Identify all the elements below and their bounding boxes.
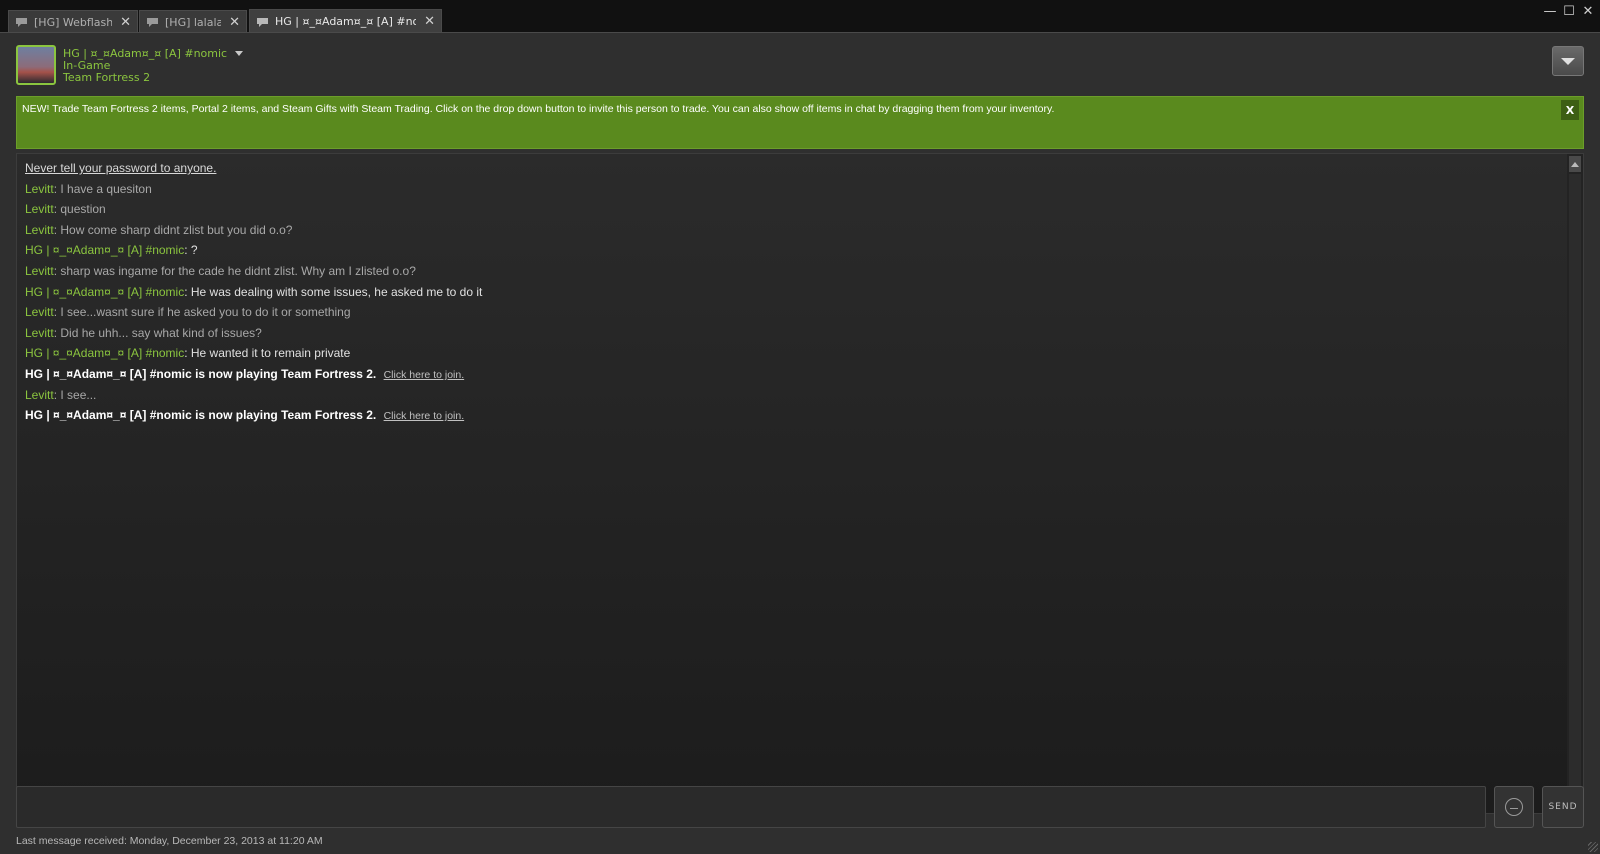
chat-message: Levitt: sharp was ingame for the cade he… xyxy=(25,263,416,278)
message-text: He wanted it to remain private xyxy=(190,346,351,361)
chat-log: Never tell your password to anyone. Levi… xyxy=(16,153,1584,814)
chat-scrollbar[interactable] xyxy=(1567,154,1583,813)
resize-grip-icon[interactable] xyxy=(1588,842,1598,852)
close-tab-icon[interactable]: ✕ xyxy=(120,15,131,30)
message-text: How come sharp didnt zlist but you did o… xyxy=(60,222,293,237)
chat-message: HG | ¤_¤Adam¤_¤ [A] #nomic: ? xyxy=(25,243,198,258)
scroll-thumb[interactable] xyxy=(1569,174,1581,794)
message-sender: Levitt xyxy=(25,222,54,237)
chat-message: Levitt: How come sharp didnt zlist but y… xyxy=(25,222,293,237)
chat-bubble-icon xyxy=(15,17,28,27)
close-tab-icon[interactable]: ✕ xyxy=(229,15,240,30)
message-sender: Levitt xyxy=(25,263,54,278)
system-message: HG | ¤_¤Adam¤_¤ [A] #nomic is now playin… xyxy=(25,366,465,381)
tab-label: [HG] lalalalala xyxy=(165,15,222,29)
message-sender: Levitt xyxy=(25,202,54,217)
chat-message: Levitt: I see... xyxy=(25,387,97,402)
chat-message: Levitt: I see...wasnt sure if he asked y… xyxy=(25,305,351,320)
password-warning: Never tell your password to anyone. xyxy=(25,161,217,175)
message-text: ? xyxy=(190,243,198,258)
chat-bubble-icon xyxy=(256,17,269,27)
join-game-link[interactable]: Click here to join. xyxy=(384,369,465,381)
tab-lalalalala[interactable]: [HG] lalalalala ✕ xyxy=(139,10,247,33)
friend-header: HG | ¤_¤Adam¤_¤ [A] #nomic In-Game Team … xyxy=(0,33,1600,91)
tab-webflashing[interactable]: [HG] Webflashing ✕ xyxy=(8,10,138,33)
chat-panel: HG | ¤_¤Adam¤_¤ [A] #nomic In-Game Team … xyxy=(0,32,1600,854)
message-text: He was dealing with some issues, he aske… xyxy=(190,284,483,299)
close-window-icon[interactable]: ✕ xyxy=(1580,4,1596,19)
message-sender: HG | ¤_¤Adam¤_¤ [A] #nomic xyxy=(25,243,185,258)
message-sender: HG | ¤_¤Adam¤_¤ [A] #nomic xyxy=(25,346,185,361)
chevron-down-icon xyxy=(1561,57,1575,65)
message-sender: Levitt xyxy=(25,181,54,196)
chat-window: [HG] Webflashing ✕ [HG] lalalalala ✕ HG … xyxy=(0,0,1600,854)
maximize-icon[interactable]: ☐ xyxy=(1561,4,1577,19)
tab-strip: [HG] Webflashing ✕ [HG] lalalalala ✕ HG … xyxy=(0,0,1600,33)
chat-bubble-icon xyxy=(146,17,159,27)
chevron-down-icon[interactable] xyxy=(235,51,244,56)
send-button[interactable]: SEND xyxy=(1542,786,1584,828)
options-dropdown-button[interactable] xyxy=(1552,46,1584,76)
smiley-icon xyxy=(1505,798,1523,816)
close-notice-button[interactable]: X xyxy=(1561,100,1579,120)
message-text: I see... xyxy=(60,387,97,402)
chat-message: Levitt: question xyxy=(25,202,106,217)
system-message: HG | ¤_¤Adam¤_¤ [A] #nomic is now playin… xyxy=(25,408,465,423)
tab-label: [HG] Webflashing xyxy=(34,15,113,29)
chat-message: HG | ¤_¤Adam¤_¤ [A] #nomic: He wanted it… xyxy=(25,346,351,361)
message-text: Did he uhh... say what kind of issues? xyxy=(60,325,262,340)
message-text: I see...wasnt sure if he asked you to do… xyxy=(60,305,351,320)
join-game-link[interactable]: Click here to join. xyxy=(384,410,465,422)
chat-message: Levitt: Did he uhh... say what kind of i… xyxy=(25,325,262,340)
trade-notice-banner: NEW! Trade Team Fortress 2 items, Portal… xyxy=(16,96,1584,149)
last-message-status: Last message received: Monday, December … xyxy=(16,835,323,847)
chat-message: Levitt: I have a quesiton xyxy=(25,181,152,196)
emoticon-button[interactable] xyxy=(1494,786,1534,828)
message-text: I have a quesiton xyxy=(60,181,152,196)
scroll-up-button[interactable] xyxy=(1569,156,1581,172)
notice-text: NEW! Trade Team Fortress 2 items, Portal… xyxy=(22,103,1055,115)
message-sender: HG | ¤_¤Adam¤_¤ [A] #nomic xyxy=(25,284,185,299)
message-sender: Levitt xyxy=(25,305,54,320)
close-tab-icon[interactable]: ✕ xyxy=(424,14,435,29)
avatar[interactable] xyxy=(16,45,56,85)
minimize-icon[interactable]: — xyxy=(1542,4,1558,19)
message-list: Never tell your password to anyone. Levi… xyxy=(25,158,1555,426)
tab-label: HG | ¤_¤Adam¤_¤ [A] #nomic xyxy=(275,15,417,28)
message-text: sharp was ingame for the cade he didnt z… xyxy=(60,263,416,278)
friend-game: Team Fortress 2 xyxy=(63,71,151,84)
message-sender: Levitt xyxy=(25,387,54,402)
tab-adam-active[interactable]: HG | ¤_¤Adam¤_¤ [A] #nomic ✕ xyxy=(249,9,442,33)
message-sender: Levitt xyxy=(25,325,54,340)
chat-message: HG | ¤_¤Adam¤_¤ [A] #nomic: He was deali… xyxy=(25,284,483,299)
arrow-up-icon xyxy=(1571,161,1579,167)
message-input[interactable] xyxy=(16,786,1486,828)
message-text: question xyxy=(60,202,106,217)
